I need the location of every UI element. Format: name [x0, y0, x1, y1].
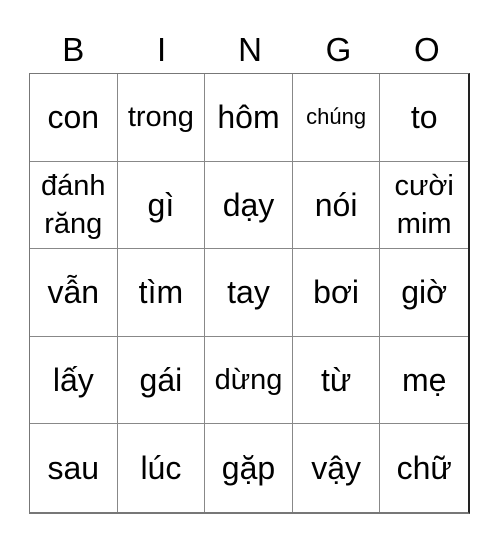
bingo-cell[interactable]: trong — [117, 74, 206, 162]
bingo-cell[interactable]: hôm — [205, 74, 293, 162]
bingo-cell[interactable]: mẹ — [380, 337, 468, 425]
bingo-cell[interactable]: gái — [117, 336, 206, 425]
bingo-cell[interactable]: gì — [117, 161, 206, 250]
bingo-cell[interactable]: sau — [30, 424, 118, 512]
bingo-cell[interactable]: lấy — [30, 336, 118, 425]
bingo-cell[interactable]: tìm — [117, 249, 206, 337]
bingo-cell[interactable]: chữ — [380, 424, 468, 512]
bingo-cell[interactable]: đánh răng — [30, 161, 118, 250]
bingo-cell[interactable]: lúc — [118, 424, 206, 512]
bingo-cell[interactable]: dừng — [205, 336, 293, 425]
bingo-cell[interactable]: chúng — [292, 74, 381, 162]
header-letter-i: I — [157, 31, 167, 68]
bingo-cell[interactable]: con — [30, 74, 118, 162]
bingo-card-grid: con trong hôm chúng to đánh răng gì dạy … — [29, 73, 470, 514]
header-letter-n: N — [238, 31, 262, 68]
header-letter-b: B — [62, 31, 85, 68]
bingo-cell[interactable]: to — [380, 74, 468, 162]
bingo-header: B I N G O — [29, 28, 471, 72]
bingo-cell[interactable]: gặp — [205, 424, 293, 512]
header-letter-g: G — [325, 31, 352, 68]
bingo-cell[interactable]: vậy — [293, 424, 381, 512]
bingo-cell[interactable]: nói — [292, 161, 381, 250]
bingo-cell[interactable]: vẫn — [30, 249, 118, 337]
bingo-cell[interactable]: cười mim — [380, 162, 468, 250]
bingo-cell[interactable]: dạy — [205, 161, 293, 250]
bingo-cell[interactable]: tay — [205, 249, 293, 337]
bingo-cell[interactable]: giờ — [380, 249, 468, 337]
bingo-cell[interactable]: từ — [292, 336, 381, 425]
bingo-cell[interactable]: bơi — [292, 249, 381, 337]
header-letter-o: O — [413, 31, 440, 68]
